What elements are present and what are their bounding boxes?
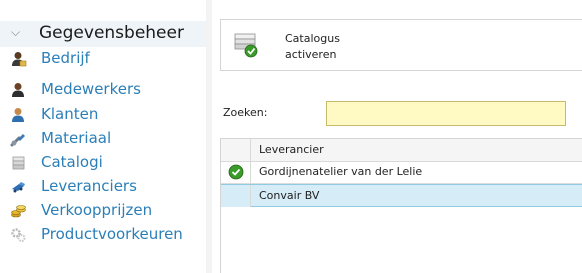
sidebar-item-verkoopprijzen[interactable]: Verkoopprijzen [0,200,206,222]
search-label: Zoeken: [223,106,268,119]
toolbar: Catalogus activeren [220,19,582,71]
sidebar-item-bedrijf[interactable]: Bedrijf [0,48,206,70]
sidebar-item-label: Verkoopprijzen [41,201,153,219]
table-row[interactable]: Gordijnenatelier van der Lelie [221,161,582,184]
section-header-gegevensbeheer[interactable]: ⌵ Gegevensbeheer [0,21,206,47]
chevron-down-icon[interactable]: ⌵ [11,25,20,40]
section-title: Gegevensbeheer [39,23,184,43]
header-indicator-cell [221,139,251,161]
sidebar-item-label: Leveranciers [41,177,137,195]
sidebar-item-materiaal[interactable]: Materiaal [0,128,206,150]
truck-icon [12,182,25,193]
person-icon [12,52,27,67]
catalog-icon [12,156,25,170]
table-row[interactable]: Convair BV [221,184,582,207]
supplier-name-cell: Gordijnenatelier van der Lelie [259,165,423,178]
tools-icon [10,134,25,147]
catalog-activate-icon [234,33,258,58]
activate-catalog-button[interactable]: Catalogus activeren [231,24,371,66]
sidebar-item-productvoorkeuren[interactable]: Productvoorkeuren [0,224,206,246]
person-icon [12,108,24,122]
sidebar-item-label: Productvoorkeuren [41,225,183,243]
person-icon [12,83,24,97]
sidebar-item-label: Materiaal [41,129,112,147]
sidebar-item-klanten[interactable]: Klanten [0,104,206,126]
check-icon [228,164,244,180]
gear-icon [11,228,26,242]
supplier-grid: Leverancier Gordijnenatelier van der Lel… [220,138,582,273]
search-input[interactable] [326,101,566,126]
sidebar-item-label: Medewerkers [41,80,141,98]
row-indicator-cell [221,161,251,183]
grid-header: Leverancier [221,139,582,162]
sidebar-item-label: Klanten [41,105,99,123]
column-header-leverancier[interactable]: Leverancier [259,143,324,156]
sidebar: ⌵ Gegevensbeheer Bedrijf Medewerkers Kla… [0,0,206,273]
row-indicator-cell [221,185,251,207]
sidebar-item-catalogi[interactable]: Catalogi [0,152,206,174]
sidebar-item-label: Bedrijf [41,49,90,67]
sidebar-item-label: Catalogi [41,153,103,171]
activate-catalog-label: Catalogus activeren [285,32,340,61]
supplier-name-cell: Convair BV [259,189,320,202]
coins-icon [11,205,26,218]
sidebar-item-leveranciers[interactable]: Leveranciers [0,176,206,198]
pane-divider[interactable] [206,0,212,273]
sidebar-item-medewerkers[interactable]: Medewerkers [0,79,206,101]
